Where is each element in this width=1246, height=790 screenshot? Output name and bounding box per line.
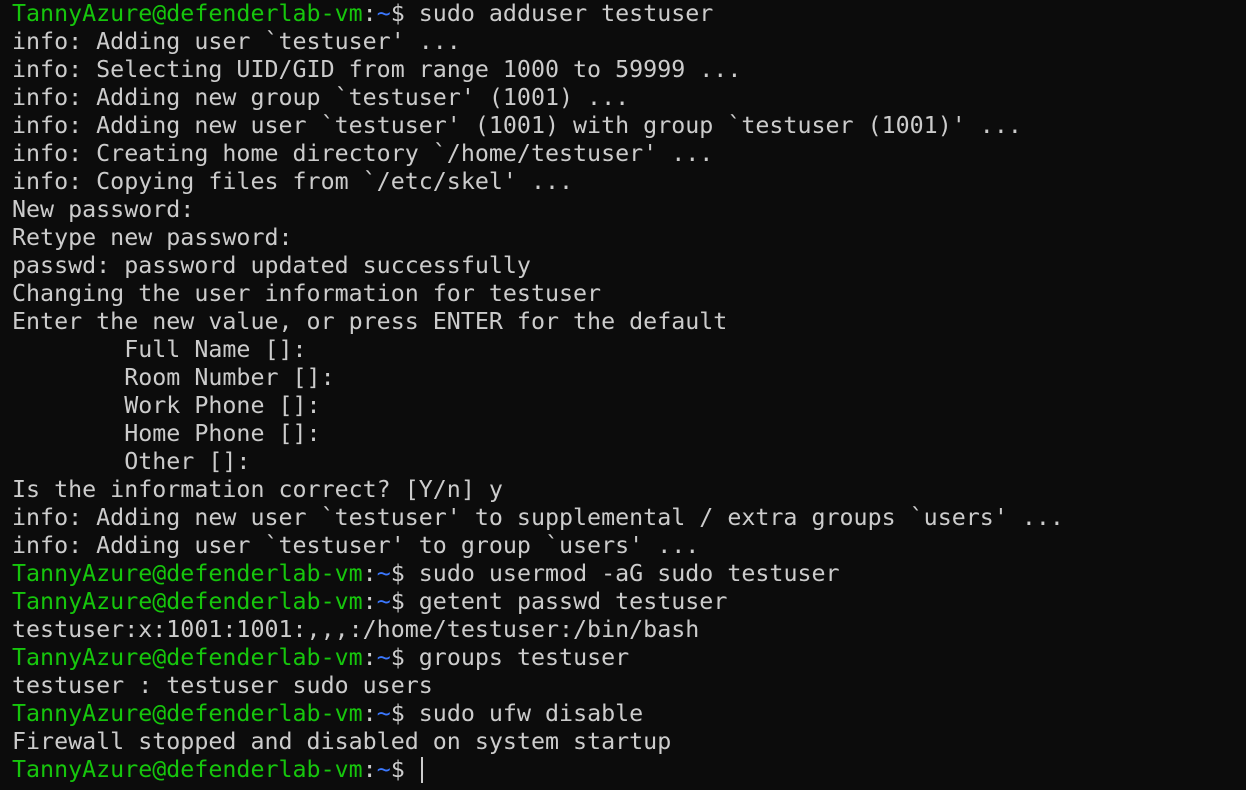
prompt-separator: : bbox=[362, 0, 377, 27]
output-text: info: Adding new user `testuser' (1001) … bbox=[12, 112, 1022, 139]
output-text: Home Phone []: bbox=[12, 420, 321, 447]
command-text: sudo adduser testuser bbox=[418, 0, 714, 27]
prompt-separator: : bbox=[362, 560, 377, 587]
prompt-path: ~ bbox=[376, 756, 391, 783]
prompt-separator: : bbox=[362, 756, 377, 783]
command-text: sudo ufw disable bbox=[418, 700, 644, 727]
prompt-line: TannyAzure@defenderlab-vm:~$ groups test… bbox=[12, 644, 1246, 672]
output-text: info: Adding user `testuser' to group `u… bbox=[12, 532, 700, 559]
output-text: Work Phone []: bbox=[12, 392, 321, 419]
prompt-user-host: TannyAzure@defenderlab-vm bbox=[12, 700, 363, 727]
output-text: Changing the user information for testus… bbox=[12, 280, 602, 307]
prompt-user-host: TannyAzure@defenderlab-vm bbox=[12, 560, 363, 587]
output-text: Full Name []: bbox=[12, 336, 307, 363]
prompt-user-host: TannyAzure@defenderlab-vm bbox=[12, 644, 363, 671]
prompt-symbol: $ bbox=[390, 588, 419, 615]
output-line: info: Adding user `testuser' ... bbox=[12, 28, 1246, 56]
output-line: info: Adding new group `testuser' (1001)… bbox=[12, 84, 1246, 112]
output-line: info: Adding new user `testuser' to supp… bbox=[12, 504, 1246, 532]
prompt-line: TannyAzure@defenderlab-vm:~$ getent pass… bbox=[12, 588, 1246, 616]
output-text: Room Number []: bbox=[12, 364, 335, 391]
output-text: Retype new password: bbox=[12, 224, 293, 251]
output-line: Other []: bbox=[12, 448, 1246, 476]
prompt-symbol: $ bbox=[390, 560, 419, 587]
prompt-path: ~ bbox=[376, 700, 391, 727]
output-line: info: Creating home directory `/home/tes… bbox=[12, 140, 1246, 168]
output-text: Enter the new value, or press ENTER for … bbox=[12, 308, 728, 335]
prompt-line: TannyAzure@defenderlab-vm:~$ sudo ufw di… bbox=[12, 700, 1246, 728]
output-line: testuser : testuser sudo users bbox=[12, 672, 1246, 700]
output-line: Changing the user information for testus… bbox=[12, 280, 1246, 308]
output-line: testuser:x:1001:1001:,,,:/home/testuser:… bbox=[12, 616, 1246, 644]
output-line: Firewall stopped and disabled on system … bbox=[12, 728, 1246, 756]
output-line: Full Name []: bbox=[12, 336, 1246, 364]
output-line: Retype new password: bbox=[12, 224, 1246, 252]
prompt-separator: : bbox=[362, 644, 377, 671]
output-text: info: Creating home directory `/home/tes… bbox=[12, 140, 714, 167]
output-line: passwd: password updated successfully bbox=[12, 252, 1246, 280]
prompt-separator: : bbox=[362, 700, 377, 727]
output-text: info: Selecting UID/GID from range 1000 … bbox=[12, 56, 742, 83]
prompt-path: ~ bbox=[376, 588, 391, 615]
output-line: info: Selecting UID/GID from range 1000 … bbox=[12, 56, 1246, 84]
output-text: Firewall stopped and disabled on system … bbox=[12, 728, 672, 755]
prompt-line: TannyAzure@defenderlab-vm:~$ sudo usermo… bbox=[12, 560, 1246, 588]
output-text: info: Copying files from `/etc/skel' ... bbox=[12, 168, 574, 195]
prompt-path: ~ bbox=[376, 560, 391, 587]
output-text: Other []: bbox=[12, 448, 251, 475]
terminal-window[interactable]: TannyAzure@defenderlab-vm:~$ sudo adduse… bbox=[0, 0, 1246, 790]
prompt-user-host: TannyAzure@defenderlab-vm bbox=[12, 588, 363, 615]
output-line: Enter the new value, or press ENTER for … bbox=[12, 308, 1246, 336]
output-text: New password: bbox=[12, 196, 195, 223]
prompt-symbol: $ bbox=[390, 756, 419, 783]
prompt-symbol: $ bbox=[390, 700, 419, 727]
text-cursor bbox=[420, 757, 423, 783]
output-text: info: Adding new user `testuser' to supp… bbox=[12, 504, 1064, 531]
prompt-path: ~ bbox=[376, 644, 391, 671]
active-prompt-line: TannyAzure@defenderlab-vm:~$ bbox=[12, 756, 1246, 784]
prompt-symbol: $ bbox=[390, 644, 419, 671]
output-line: New password: bbox=[12, 196, 1246, 224]
output-text: testuser:x:1001:1001:,,,:/home/testuser:… bbox=[12, 616, 700, 643]
output-text: testuser : testuser sudo users bbox=[12, 672, 433, 699]
output-line: info: Copying files from `/etc/skel' ... bbox=[12, 168, 1246, 196]
output-text: passwd: password updated successfully bbox=[12, 252, 531, 279]
command-text: groups testuser bbox=[418, 644, 630, 671]
output-line: Room Number []: bbox=[12, 364, 1246, 392]
prompt-symbol: $ bbox=[390, 0, 419, 27]
prompt-user-host: TannyAzure@defenderlab-vm bbox=[12, 756, 363, 783]
prompt-user-host: TannyAzure@defenderlab-vm bbox=[12, 0, 363, 27]
output-text: Is the information correct? [Y/n] y bbox=[12, 476, 503, 503]
output-line: Home Phone []: bbox=[12, 420, 1246, 448]
output-text: info: Adding user `testuser' ... bbox=[12, 28, 461, 55]
output-line: Is the information correct? [Y/n] y bbox=[12, 476, 1246, 504]
prompt-path: ~ bbox=[376, 0, 391, 27]
output-line: Work Phone []: bbox=[12, 392, 1246, 420]
prompt-separator: : bbox=[362, 588, 377, 615]
output-text: info: Adding new group `testuser' (1001)… bbox=[12, 84, 630, 111]
command-text: sudo usermod -aG sudo testuser bbox=[418, 560, 840, 587]
output-line: info: Adding new user `testuser' (1001) … bbox=[12, 112, 1246, 140]
command-text: getent passwd testuser bbox=[418, 588, 728, 615]
output-line: info: Adding user `testuser' to group `u… bbox=[12, 532, 1246, 560]
prompt-line: TannyAzure@defenderlab-vm:~$ sudo adduse… bbox=[12, 0, 1246, 28]
